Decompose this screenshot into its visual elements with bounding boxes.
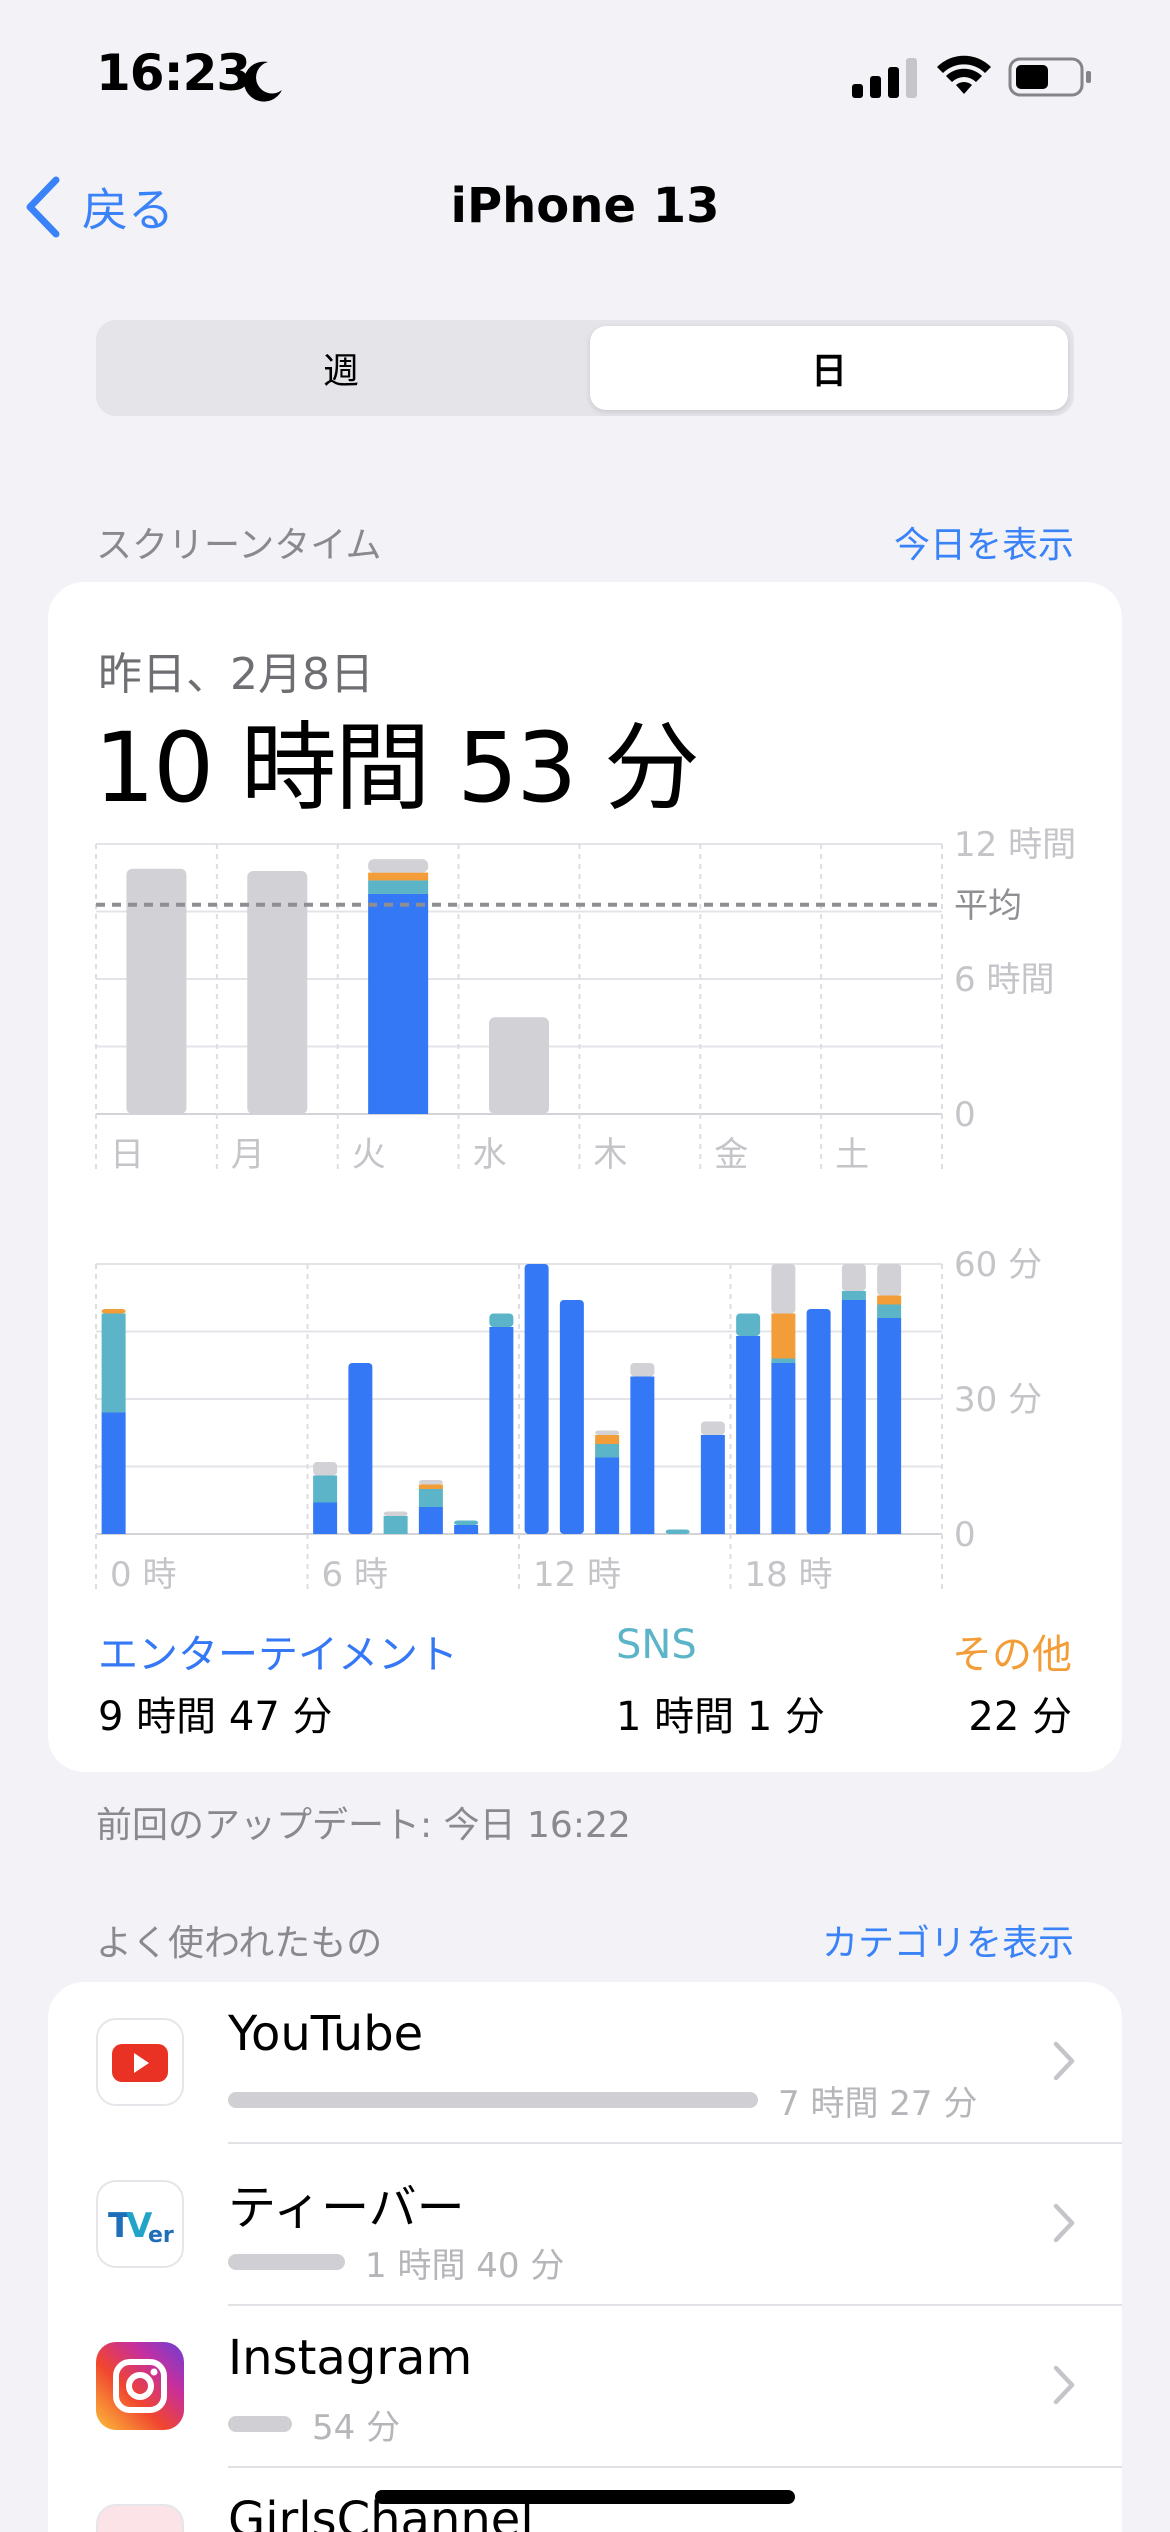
bar-segment [489, 1327, 514, 1534]
bar-segment [454, 1520, 479, 1525]
bar-segment [736, 1336, 761, 1534]
usage-bar [228, 2416, 292, 2432]
x-tick-label: 12 時 [533, 1555, 621, 1595]
bar-segment [595, 1435, 620, 1444]
period-segmented-control: 週 日 [96, 320, 1074, 416]
bar-segment [348, 1363, 373, 1534]
bar-segment [877, 1304, 902, 1318]
bar-segment [489, 1313, 514, 1327]
bar-segment [806, 1309, 831, 1534]
x-tick-label: 0 時 [110, 1555, 176, 1595]
bar-segment [771, 1363, 796, 1534]
bar-segment [559, 1300, 584, 1534]
bar-segment [630, 1376, 655, 1534]
bar-segment [418, 1480, 443, 1485]
bar-segment [418, 1507, 443, 1534]
screen-time-card: 昨日、2月8日 10 時間 53 分 日月火水木金土 12 時間 平均 6 時間 0 0… [48, 582, 1122, 1772]
bar-segment [313, 1462, 338, 1476]
last-update-text: 前回のアップデート: 今日 16:22 [96, 1805, 631, 1846]
bar-segment [313, 1475, 338, 1503]
bar-segment [595, 1444, 620, 1458]
show-today-link[interactable]: 今日を表示 [894, 516, 1074, 568]
moon-icon [243, 61, 282, 102]
bar-segment [771, 1358, 796, 1363]
bar-segment [841, 1300, 866, 1534]
y-tick-label: 30 分 [954, 1380, 1042, 1420]
youtube-icon [96, 2018, 184, 2106]
girlschannel-icon [96, 2504, 184, 2532]
bar-segment [101, 1313, 126, 1413]
page-title: iPhone 13 [450, 178, 720, 234]
bar-segment [700, 1435, 725, 1534]
app-row-instagram[interactable]: Instagram 54 分 [48, 2306, 1122, 2468]
legend-other-value: 22 分 [968, 1694, 1072, 1740]
screen-time-header: スクリーンタイム [96, 525, 382, 566]
bar-segment [700, 1421, 725, 1435]
most-used-card: YouTube 7 時間 27 分 T V er ティーバー 1 時間 40 分 [48, 1982, 1122, 2532]
bar-segment [313, 1502, 338, 1534]
bar-segment [101, 1412, 126, 1534]
segment-day[interactable]: 日 [590, 326, 1068, 410]
y-tick-label: 60 分 [954, 1245, 1042, 1285]
hourly-usage-chart: 0 時 6 時 12 時 18 時 60 分 30 分 0 [95, 1245, 1042, 1595]
legend-sns: SNS [616, 1622, 697, 1668]
bar-segment [101, 1309, 126, 1314]
usage-bar [228, 2092, 758, 2108]
legend-entertainment: エンターテイメント [98, 1632, 458, 1678]
bar-segment [595, 1430, 620, 1435]
bar-segment [630, 1363, 655, 1377]
app-row-youtube[interactable]: YouTube 7 時間 27 分 [48, 1982, 1122, 2144]
usage-time: 54 分 [312, 2408, 401, 2448]
bar-segment [524, 1264, 549, 1534]
wifi-icon [937, 55, 991, 94]
bar-segment [595, 1457, 620, 1534]
app-name: YouTube [228, 2006, 424, 2062]
tver-icon: T V er [96, 2180, 184, 2268]
bar-segment [418, 1484, 443, 1489]
bar-segment [454, 1525, 479, 1534]
bar-segment [736, 1313, 761, 1336]
bar-segment [877, 1318, 902, 1534]
segment-week[interactable]: 週 [102, 326, 580, 410]
bar-segment [771, 1264, 796, 1314]
bar-segment [383, 1516, 408, 1534]
app-name: ティーバー [228, 2180, 465, 2236]
usage-time: 1 時間 40 分 [365, 2246, 565, 2286]
legend-sns-value: 1 時間 1 分 [616, 1694, 826, 1740]
x-tick-label: 18 時 [745, 1555, 833, 1595]
bar-segment [877, 1295, 902, 1305]
bar-segment [665, 1529, 690, 1534]
chevron-right-icon [1053, 2365, 1075, 2405]
app-row-tver[interactable]: T V er ティーバー 1 時間 40 分 [48, 2144, 1122, 2306]
legend-other: その他 [952, 1632, 1072, 1678]
usage-time: 7 時間 27 分 [778, 2084, 978, 2124]
show-categories-link[interactable]: カテゴリを表示 [822, 1914, 1074, 1966]
bar-segment [418, 1489, 443, 1507]
home-indicator [375, 2490, 795, 2504]
y-tick-label: 0 [954, 1515, 976, 1555]
chevron-right-icon [1053, 2203, 1075, 2243]
battery-icon [1008, 57, 1091, 97]
bar-segment [841, 1291, 866, 1300]
app-name: Instagram [228, 2330, 473, 2386]
x-tick-label: 6 時 [322, 1555, 388, 1595]
instagram-icon [96, 2342, 184, 2430]
legend-entertainment-value: 9 時間 47 分 [98, 1694, 333, 1740]
usage-bar [228, 2254, 345, 2270]
status-bar: 16:23 [0, 0, 1170, 150]
bar-segment [841, 1264, 866, 1291]
most-used-header: よく使われたもの [96, 1923, 383, 1964]
status-time: 16:23 [96, 44, 251, 102]
bar-segment [877, 1264, 902, 1296]
chevron-right-icon [1053, 2041, 1075, 2081]
bar-segment [383, 1511, 408, 1516]
bar-segment [771, 1313, 796, 1359]
svg-text:er: er [148, 2223, 174, 2248]
cellular-signal-icon [852, 58, 917, 98]
